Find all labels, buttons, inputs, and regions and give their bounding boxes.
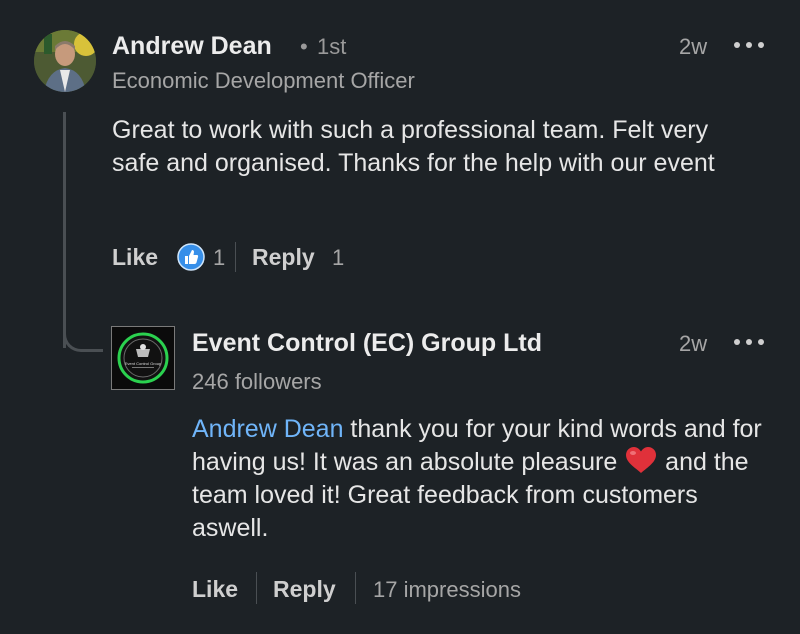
connection-degree: 1st: [317, 34, 347, 59]
author-separator: •: [300, 34, 308, 59]
company-logo[interactable]: Event Control Group: [111, 326, 175, 390]
more-dot: [758, 42, 764, 48]
thread-line: [63, 112, 66, 348]
more-dot: [758, 339, 764, 345]
reply-timestamp: 2w: [679, 331, 708, 356]
reply-more-options-button[interactable]: [734, 337, 764, 347]
more-options-button[interactable]: [734, 40, 764, 50]
like-button[interactable]: Like: [112, 244, 158, 271]
ec-group-logo: Event Control Group: [112, 327, 174, 389]
divider: [355, 572, 356, 604]
divider: [235, 242, 236, 272]
reaction-count[interactable]: 1: [213, 245, 225, 271]
comment-text: Great to work with such a professional t…: [112, 116, 715, 177]
avatar[interactable]: [34, 30, 96, 92]
more-horizontal-icon: [734, 339, 740, 345]
more-horizontal-icon: [734, 42, 740, 48]
avatar-photo: [34, 30, 96, 92]
thumbs-up-icon: [177, 243, 205, 271]
impressions-count[interactable]: 17 impressions: [373, 577, 521, 603]
follower-count: 246 followers: [192, 369, 322, 394]
reply-count: 1: [332, 245, 345, 270]
thread-connector: [63, 318, 103, 352]
comment-author[interactable]: Andrew Dean: [112, 32, 272, 61]
mention-link[interactable]: Andrew Dean: [192, 415, 343, 443]
heart-emoji-icon: [624, 446, 658, 474]
more-dot: [746, 42, 752, 48]
comment-timestamp: 2w: [679, 34, 708, 59]
reply-reply-button[interactable]: Reply: [273, 576, 336, 603]
logo-text: Event Control Group: [125, 361, 162, 366]
reply-button[interactable]: Reply: [252, 244, 315, 271]
divider: [256, 572, 257, 604]
reply-like-button[interactable]: Like: [192, 576, 238, 603]
reply-text: Andrew Dean thank you for your kind word…: [192, 413, 767, 545]
reply-author[interactable]: Event Control (EC) Group Ltd: [192, 329, 542, 358]
author-headline: Economic Development Officer: [112, 68, 415, 93]
more-dot: [746, 339, 752, 345]
